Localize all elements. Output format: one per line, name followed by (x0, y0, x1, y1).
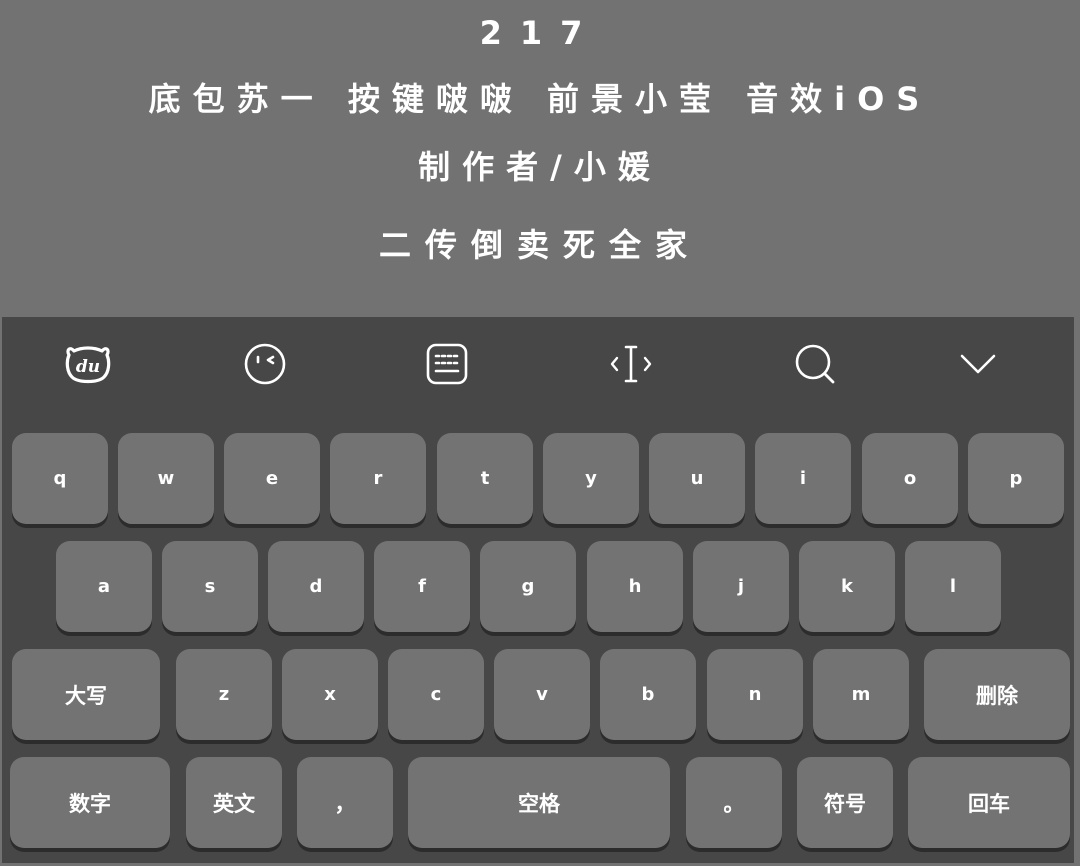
key-t[interactable]: t (437, 433, 533, 524)
keyboard-panel: du q w e r t y u i o p a s d f g h j k l… (2, 317, 1074, 863)
key-label: i (799, 468, 807, 489)
collapse-chevron-icon[interactable] (953, 339, 1003, 389)
key-label: 大写 (65, 683, 107, 708)
key-label: o (903, 468, 917, 489)
key-label: 空格 (518, 791, 560, 816)
key-label: 数字 (69, 791, 111, 816)
overlay-line-2: 底包苏一 按键啵啵 前景小莹 音效iOS (148, 80, 932, 118)
key-label: 回车 (968, 791, 1010, 816)
key-p[interactable]: p (968, 433, 1064, 524)
key-q[interactable]: q (12, 433, 108, 524)
numbers-key[interactable]: 数字 (10, 757, 170, 848)
key-label: n (748, 684, 762, 705)
emoji-face-icon[interactable] (240, 339, 290, 389)
comma-key[interactable]: ， (297, 757, 393, 848)
key-label: e (265, 468, 279, 489)
overlay-line-1: 217 (479, 14, 601, 52)
symbols-key[interactable]: 符号 (797, 757, 893, 848)
key-d[interactable]: d (268, 541, 364, 632)
key-label: w (157, 468, 175, 489)
search-icon[interactable] (790, 339, 840, 389)
svg-text:du: du (76, 357, 100, 377)
key-o[interactable]: o (862, 433, 958, 524)
key-c[interactable]: c (388, 649, 484, 740)
key-label: t (480, 468, 490, 489)
du-bear-logo-icon[interactable]: du (63, 339, 113, 389)
key-label: q (53, 468, 67, 489)
text-cursor-icon[interactable] (606, 339, 656, 389)
key-a[interactable]: a (56, 541, 152, 632)
period-key[interactable]: 。 (686, 757, 782, 848)
key-label: ， (334, 791, 356, 816)
key-s[interactable]: s (162, 541, 258, 632)
key-label: m (851, 684, 871, 705)
key-u[interactable]: u (649, 433, 745, 524)
key-label: p (1009, 468, 1023, 489)
key-label: v (536, 684, 548, 705)
key-g[interactable]: g (480, 541, 576, 632)
overlay-line-4: 二传倒卖死全家 (378, 226, 701, 264)
enter-key[interactable]: 回车 (908, 757, 1070, 848)
key-label: 英文 (213, 791, 255, 816)
key-k[interactable]: k (799, 541, 895, 632)
shift-key[interactable]: 大写 (12, 649, 160, 740)
key-n[interactable]: n (707, 649, 803, 740)
key-label: g (521, 576, 535, 597)
key-label: c (430, 684, 442, 705)
key-y[interactable]: y (543, 433, 639, 524)
key-label: l (949, 576, 957, 597)
keyboard-layout-icon[interactable] (422, 339, 472, 389)
key-label: z (218, 684, 230, 705)
key-x[interactable]: x (282, 649, 378, 740)
key-i[interactable]: i (755, 433, 851, 524)
key-r[interactable]: r (330, 433, 426, 524)
delete-key[interactable]: 删除 (924, 649, 1070, 740)
key-label: k (841, 576, 853, 597)
key-label: d (309, 576, 323, 597)
space-key[interactable]: 空格 (408, 757, 670, 848)
key-label: 。 (723, 791, 745, 816)
key-label: f (418, 576, 426, 597)
key-label: x (324, 684, 336, 705)
key-label: u (690, 468, 704, 489)
key-v[interactable]: v (494, 649, 590, 740)
key-e[interactable]: e (224, 433, 320, 524)
key-m[interactable]: m (813, 649, 909, 740)
key-label: j (737, 576, 745, 597)
key-label: 符号 (824, 791, 866, 816)
key-b[interactable]: b (600, 649, 696, 740)
key-label: b (641, 684, 655, 705)
overlay-line-3: 制作者/小媛 (418, 148, 662, 186)
key-label: y (585, 468, 597, 489)
key-label: 删除 (976, 683, 1018, 708)
key-label: r (373, 468, 383, 489)
key-z[interactable]: z (176, 649, 272, 740)
key-j[interactable]: j (693, 541, 789, 632)
key-label: a (97, 576, 111, 597)
key-label: s (204, 576, 216, 597)
key-w[interactable]: w (118, 433, 214, 524)
key-f[interactable]: f (374, 541, 470, 632)
key-l[interactable]: l (905, 541, 1001, 632)
key-h[interactable]: h (587, 541, 683, 632)
english-key[interactable]: 英文 (186, 757, 282, 848)
key-label: h (628, 576, 642, 597)
